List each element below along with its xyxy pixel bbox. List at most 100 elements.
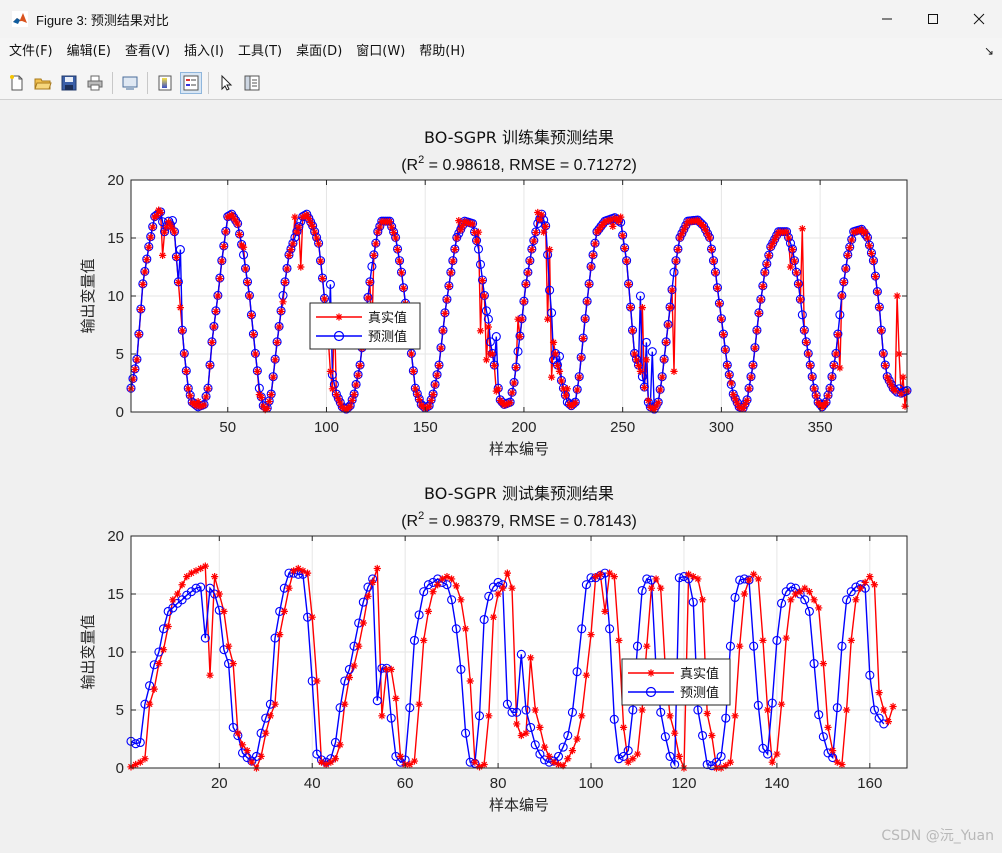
menu-desktop[interactable]: 桌面(D)	[289, 38, 349, 66]
true-marker	[275, 323, 283, 331]
y-tick-label: 0	[116, 760, 124, 777]
true-marker	[474, 228, 483, 236]
true-marker	[176, 304, 184, 312]
true-marker	[328, 385, 337, 393]
true-marker	[747, 373, 755, 381]
true-marker	[350, 662, 358, 670]
true-marker	[585, 280, 593, 288]
true-marker	[671, 729, 679, 737]
menu-help[interactable]: 帮助(H)	[412, 38, 472, 66]
true-marker	[378, 712, 386, 720]
true-marker	[326, 367, 335, 375]
legend[interactable]: 真实值预测值	[621, 658, 731, 706]
true-marker	[420, 636, 428, 644]
true-marker	[842, 265, 850, 273]
true-marker	[754, 575, 762, 583]
true-marker	[624, 280, 633, 288]
maximize-button[interactable]	[910, 0, 956, 38]
true-marker	[269, 373, 277, 381]
colorbar-button[interactable]	[154, 72, 176, 94]
close-button[interactable]	[956, 0, 1002, 38]
true-marker	[621, 244, 629, 253]
true-marker	[184, 385, 192, 393]
property-inspector-button[interactable]	[241, 72, 263, 94]
true-marker	[703, 709, 711, 718]
true-marker	[271, 356, 279, 364]
true-marker	[557, 377, 566, 385]
true-marker	[336, 741, 344, 749]
x-tick-label: 150	[413, 419, 438, 436]
true-marker	[824, 392, 832, 400]
y-tick-label: 15	[107, 586, 124, 603]
y-tick-label: 20	[107, 528, 124, 545]
true-marker	[528, 246, 536, 254]
legend-button[interactable]	[180, 71, 202, 94]
true-marker	[875, 304, 883, 312]
dock-arrow-icon[interactable]: ↘	[984, 44, 994, 58]
true-marker	[183, 573, 191, 581]
link-figure-button[interactable]	[119, 72, 141, 94]
true-marker	[768, 758, 776, 766]
true-marker	[579, 334, 587, 343]
true-marker	[642, 356, 650, 364]
true-marker	[563, 385, 571, 393]
true-marker	[513, 720, 521, 728]
menu-insert[interactable]: 插入(I)	[177, 38, 231, 66]
edit-plot-button[interactable]	[215, 72, 237, 94]
y-tick-label: 15	[107, 230, 124, 247]
true-marker	[765, 252, 773, 260]
true-marker	[763, 260, 771, 268]
true-marker	[582, 671, 590, 679]
true-marker	[164, 622, 172, 631]
chart-subtitle: (R2 = 0.98618, RMSE = 0.71272)	[401, 154, 637, 174]
true-marker	[206, 671, 214, 679]
true-marker	[564, 755, 572, 763]
true-marker	[480, 760, 488, 769]
true-marker	[494, 385, 502, 393]
true-marker	[522, 729, 530, 737]
true-marker	[285, 584, 293, 592]
legend[interactable]: 真实值预测值	[309, 302, 421, 350]
minimize-button[interactable]	[864, 0, 910, 38]
menu-edit[interactable]: 编辑(E)	[60, 38, 118, 66]
true-marker	[490, 362, 498, 370]
true-marker	[571, 399, 579, 407]
true-marker	[396, 752, 405, 760]
toolbar-separator	[208, 71, 209, 94]
true-marker	[253, 367, 261, 375]
true-marker	[615, 636, 623, 644]
true-marker	[866, 573, 874, 581]
true-marker	[751, 344, 759, 352]
true-marker	[759, 636, 767, 644]
menu-tools[interactable]: 工具(T)	[231, 38, 289, 66]
x-tick-label: 200	[511, 419, 536, 436]
true-marker	[220, 242, 228, 251]
y-tick-label: 10	[107, 644, 124, 661]
true-marker	[141, 268, 149, 276]
true-marker	[435, 362, 443, 370]
true-marker	[397, 269, 406, 277]
true-marker	[745, 576, 753, 584]
true-marker	[434, 581, 442, 589]
true-marker	[238, 741, 247, 749]
menu-window[interactable]: 窗口(W)	[349, 38, 412, 66]
new-file-button[interactable]	[6, 72, 28, 94]
true-marker	[609, 222, 617, 230]
true-marker	[628, 327, 637, 335]
true-marker	[656, 386, 664, 394]
true-marker	[526, 257, 534, 265]
figure-svg: 50 100 150 200 250 300 35005101520BO-SGPR 训练集预…	[79, 128, 912, 814]
print-button[interactable]	[84, 72, 106, 94]
open-button[interactable]	[32, 72, 54, 94]
true-marker	[662, 338, 670, 346]
true-marker	[652, 575, 660, 583]
true-marker	[802, 338, 810, 346]
save-button[interactable]	[58, 72, 80, 94]
true-marker	[666, 304, 674, 312]
true-marker	[740, 590, 748, 598]
menu-view[interactable]: 查看(V)	[118, 38, 177, 66]
x-tick-label: 350	[808, 419, 833, 436]
true-marker	[527, 654, 535, 662]
true-marker	[877, 327, 885, 335]
menu-file[interactable]: 文件(F)	[2, 38, 60, 66]
